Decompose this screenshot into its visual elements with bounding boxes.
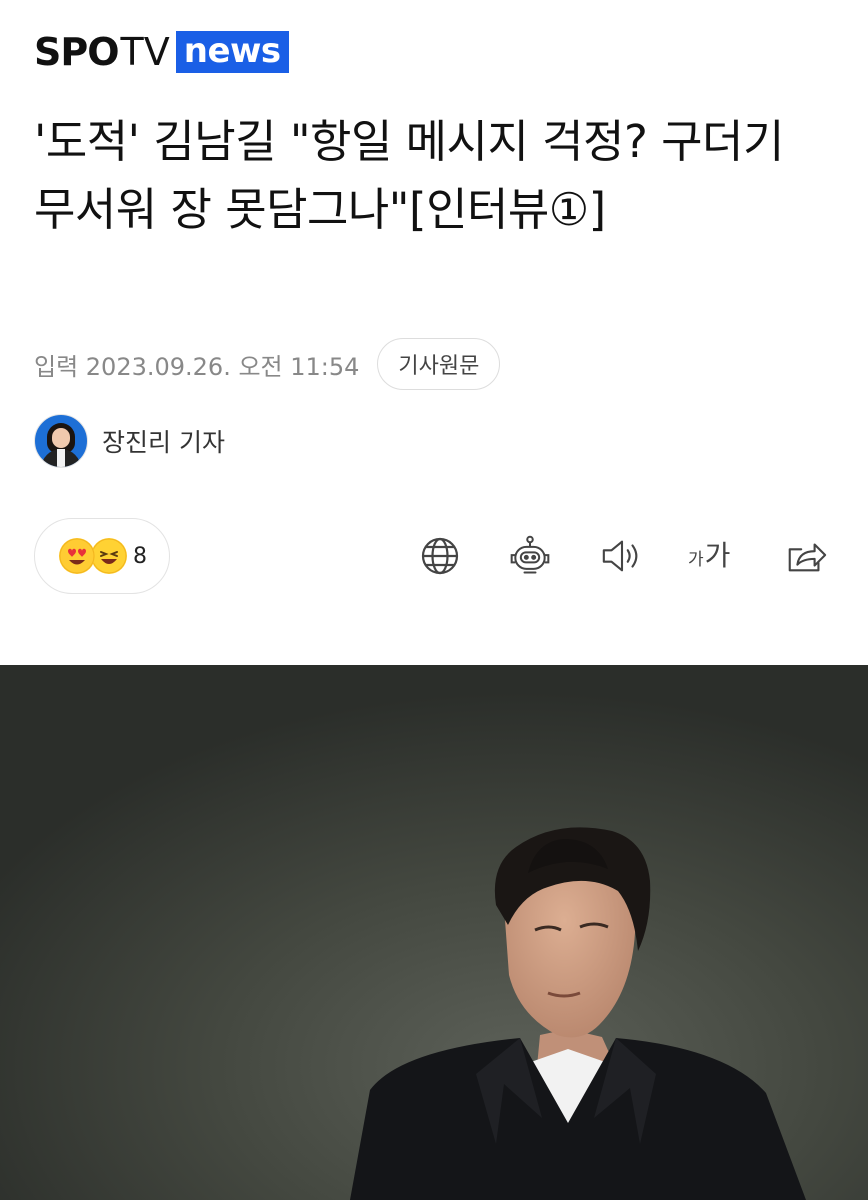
font-size-small-label: 가	[688, 550, 704, 570]
speaker-icon[interactable]	[600, 534, 644, 578]
reporter-avatar	[34, 414, 88, 468]
logo-spo-text: SPO	[34, 30, 120, 74]
heart-eyes-emoji-icon	[59, 538, 95, 574]
font-size-icon[interactable]: 가 가	[688, 534, 730, 578]
article-photo	[0, 665, 868, 1200]
reporter-name: 장진리 기자	[102, 428, 225, 457]
logo-news-badge: news	[175, 31, 289, 73]
reaction-count: 8	[133, 543, 147, 569]
globe-icon[interactable]	[418, 534, 462, 578]
reporter-info[interactable]: 장진리 기자	[34, 414, 225, 468]
original-article-button[interactable]: 기사원문	[377, 338, 501, 390]
robot-icon[interactable]	[508, 534, 552, 578]
reaction-emojis	[59, 536, 129, 576]
reaction-button[interactable]: 8	[34, 518, 170, 594]
article-meta: 입력 2023.09.26. 오전 11:54 기사원문	[34, 338, 501, 390]
logo-tv-text: TV	[120, 30, 170, 74]
share-icon[interactable]	[784, 534, 828, 578]
spotv-news-logo[interactable]: SPO TV news	[34, 30, 289, 74]
published-date: 입력 2023.09.26. 오전 11:54	[34, 352, 360, 381]
font-size-large-label: 가	[704, 539, 731, 572]
laughing-emoji-icon	[91, 538, 127, 574]
article-headline: '도적' 김남길 "항일 메시지 걱정? 구더기 무서워 장 못담그나"[인터뷰…	[34, 115, 784, 236]
